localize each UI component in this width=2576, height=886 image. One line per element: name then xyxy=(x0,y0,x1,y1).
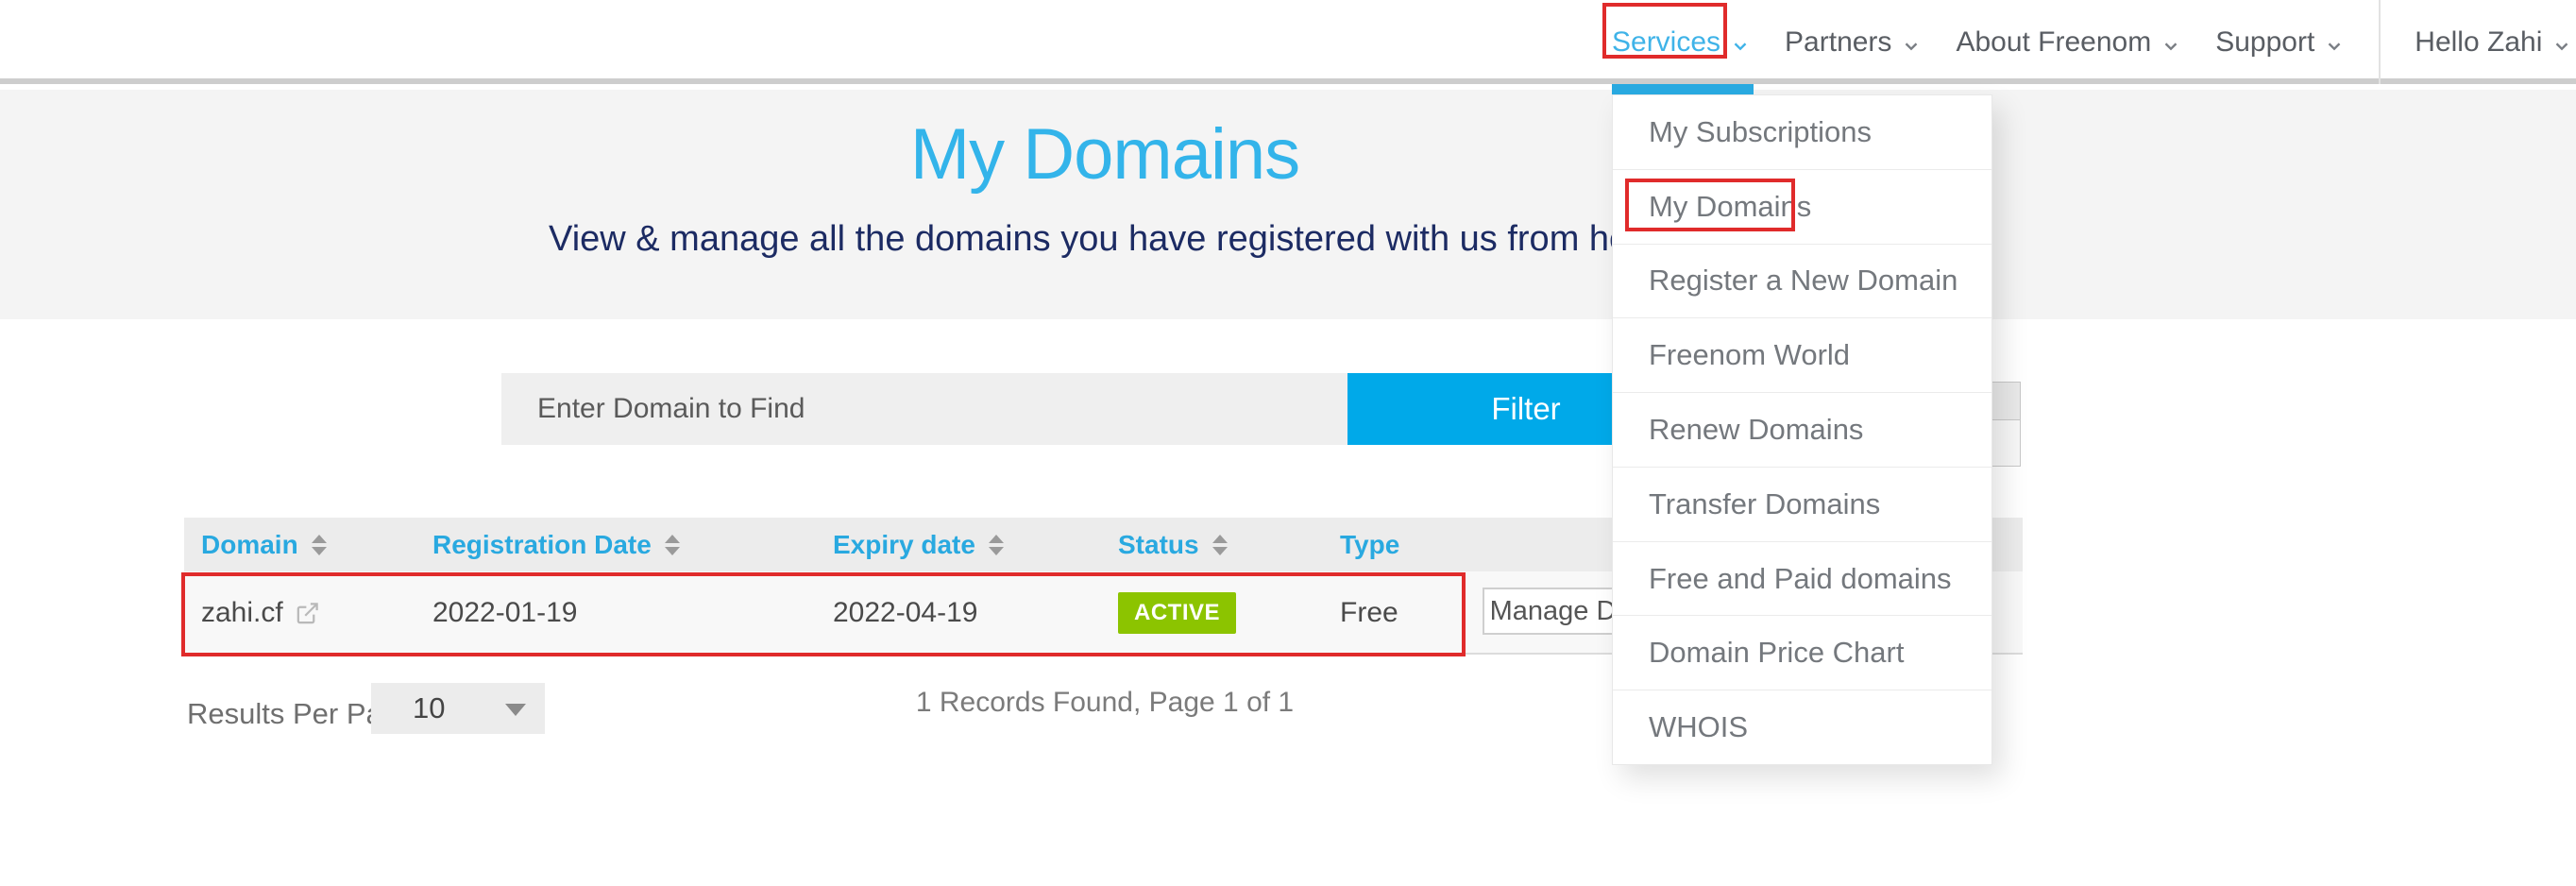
sort-icon[interactable] xyxy=(1212,535,1228,555)
domain-name[interactable]: zahi.cf xyxy=(201,597,283,629)
nav-item-services[interactable]: Services xyxy=(1612,26,1751,59)
nav-item-user-menu[interactable]: Hello Zahi xyxy=(2415,26,2572,59)
dropdown-item-renew-domains[interactable]: Renew Domains xyxy=(1613,392,1991,467)
nav-label: Support xyxy=(2215,26,2314,59)
top-header: Services Partners About Freenom Support xyxy=(0,0,2576,84)
external-link-icon[interactable] xyxy=(295,601,320,626)
chevron-down-icon xyxy=(2324,32,2345,53)
table-header-status[interactable]: Status xyxy=(1118,518,1228,571)
table-header-domain[interactable]: Domain xyxy=(201,518,327,571)
dropdown-item-free-and-paid-domains[interactable]: Free and Paid domains xyxy=(1613,541,1991,616)
nav-item-about-freenom[interactable]: About Freenom xyxy=(1956,26,2181,59)
table-header-expiry-date[interactable]: Expiry date xyxy=(833,518,1004,571)
table-header-label: Expiry date xyxy=(833,530,975,560)
nav-label: Partners xyxy=(1785,26,1891,59)
active-nav-indicator xyxy=(1612,84,1754,94)
table-header-registration-date[interactable]: Registration Date xyxy=(432,518,680,571)
dropdown-item-freenom-world[interactable]: Freenom World xyxy=(1613,317,1991,392)
expiry-date-cell: 2022-04-19 xyxy=(833,571,977,655)
dropdown-item-my-subscriptions[interactable]: My Subscriptions xyxy=(1613,95,1991,169)
sort-icon[interactable] xyxy=(312,535,327,555)
chevron-down-icon xyxy=(1901,32,1922,53)
nav-label: Services xyxy=(1612,26,1720,59)
nav-item-support[interactable]: Support xyxy=(2215,26,2345,59)
dropdown-item-my-domains[interactable]: My Domains xyxy=(1613,169,1991,244)
table-header-type: Type xyxy=(1340,518,1399,571)
domain-cell[interactable]: zahi.cf xyxy=(201,571,320,655)
status-cell: ACTIVE xyxy=(1118,571,1236,655)
nav-label: About Freenom xyxy=(1956,26,2151,59)
sort-icon[interactable] xyxy=(665,535,680,555)
type-cell: Free xyxy=(1340,571,1398,655)
table-header-label: Registration Date xyxy=(432,530,652,560)
status-badge: ACTIVE xyxy=(1118,592,1236,634)
registration-date-cell: 2022-01-19 xyxy=(432,571,577,655)
dropdown-item-register-new-domain[interactable]: Register a New Domain xyxy=(1613,244,1991,318)
chevron-down-icon xyxy=(1730,32,1751,53)
table-header-label: Type xyxy=(1340,530,1399,560)
nav-divider xyxy=(2379,0,2381,84)
search-input[interactable] xyxy=(501,373,1347,445)
main-nav: Services Partners About Freenom Support xyxy=(1612,0,2576,84)
nav-item-partners[interactable]: Partners xyxy=(1785,26,1922,59)
dropdown-item-whois[interactable]: WHOIS xyxy=(1613,690,1991,764)
table-header-label: Status xyxy=(1118,530,1199,560)
chevron-down-icon xyxy=(2161,32,2181,53)
table-header-label: Domain xyxy=(201,530,298,560)
nav-label: Hello Zahi xyxy=(2415,26,2542,59)
dropdown-item-domain-price-chart[interactable]: Domain Price Chart xyxy=(1613,615,1991,690)
chevron-down-icon xyxy=(2551,32,2572,53)
sort-icon[interactable] xyxy=(989,535,1004,555)
services-dropdown-menu: My Subscriptions My Domains Register a N… xyxy=(1612,94,1992,765)
dropdown-item-transfer-domains[interactable]: Transfer Domains xyxy=(1613,467,1991,541)
page: My Domains View & manage all the domains… xyxy=(0,0,2576,886)
